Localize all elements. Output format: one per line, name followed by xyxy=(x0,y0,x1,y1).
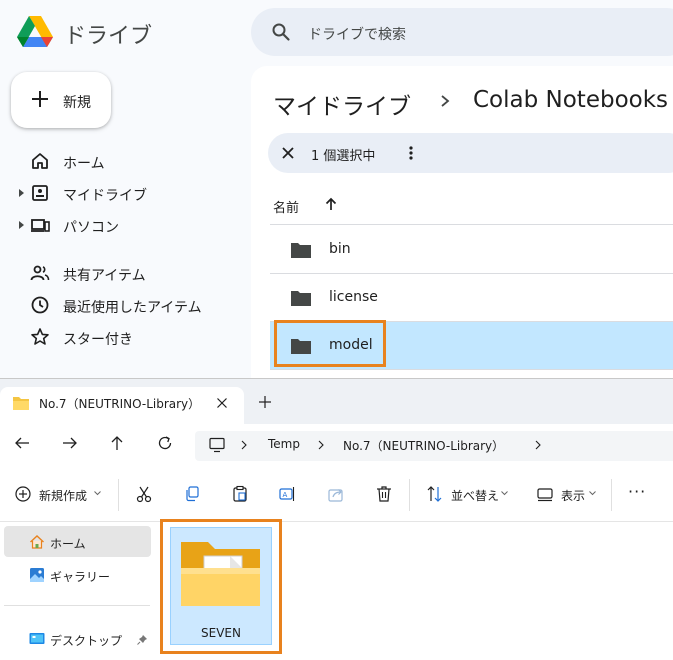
google-drive-logo-icon[interactable] xyxy=(16,15,54,49)
sidebar-item-computers[interactable]: パソコン xyxy=(0,211,250,239)
search-icon[interactable] xyxy=(271,22,291,42)
plus-icon xyxy=(32,91,48,107)
forward-arrow-icon[interactable] xyxy=(61,434,79,452)
chevron-right-icon xyxy=(441,95,450,107)
new-button[interactable]: 新規作成 xyxy=(39,487,87,504)
expand-caret-icon[interactable] xyxy=(19,221,24,229)
svg-text:A: A xyxy=(283,491,288,499)
breadcrumb-current-folder[interactable]: Colab Notebooks xyxy=(473,87,668,113)
header-divider xyxy=(270,224,673,225)
shared-icon xyxy=(30,265,50,281)
plus-icon[interactable] xyxy=(258,395,272,409)
desktop-icon xyxy=(29,633,45,644)
arrow-up-icon[interactable] xyxy=(323,196,339,212)
product-name: ドライブ xyxy=(64,24,153,49)
chevron-right-icon[interactable] xyxy=(317,439,325,451)
cut-icon[interactable] xyxy=(135,485,153,503)
home-icon xyxy=(32,153,48,169)
toolbar-divider xyxy=(409,479,410,511)
more-vert-icon[interactable] xyxy=(405,145,417,161)
computers-icon xyxy=(31,219,50,232)
file-explorer-window: No.7（NEUTRINO-Library） Temp No.7（NEUTRIN… xyxy=(0,378,673,660)
share-icon[interactable] xyxy=(327,485,345,503)
folder-icon xyxy=(13,397,29,410)
gallery-icon xyxy=(30,568,44,582)
breadcrumb-my-drive[interactable]: マイドライブ xyxy=(273,87,411,121)
copy-icon[interactable] xyxy=(183,485,201,503)
google-drive-window: ドライブ ドライブで検索 新規 ホーム マイドライブ パソコン 共有アイテム 最… xyxy=(0,0,673,378)
back-arrow-icon[interactable] xyxy=(13,434,31,452)
clock-icon xyxy=(31,296,49,314)
sidebar-item-desktop[interactable]: デスクトップ xyxy=(50,632,122,649)
address-segment[interactable]: Temp xyxy=(268,437,300,451)
new-button-label: 新規 xyxy=(63,95,91,111)
monitor-icon[interactable] xyxy=(208,437,226,453)
sidebar-item-label: 共有アイテム xyxy=(63,268,146,284)
view-button[interactable]: 表示 xyxy=(561,487,585,504)
sidebar-item-shared[interactable]: 共有アイテム xyxy=(0,259,250,287)
search-input[interactable]: ドライブで検索 xyxy=(308,24,406,44)
sidebar-divider xyxy=(4,605,150,606)
sidebar-item-label: ホーム xyxy=(63,156,105,172)
pin-icon[interactable] xyxy=(137,634,148,645)
sidebar-item-label: 最近使用したアイテム xyxy=(63,300,202,316)
trash-icon[interactable] xyxy=(375,485,393,503)
sidebar-item-my-drive[interactable]: マイドライブ xyxy=(0,179,250,207)
close-icon[interactable] xyxy=(280,145,296,161)
new-button[interactable] xyxy=(11,72,111,128)
star-icon xyxy=(31,328,49,345)
highlight-box xyxy=(274,320,386,367)
sidebar-item-recent[interactable]: 最近使用したアイテム xyxy=(0,291,250,319)
chevron-down-icon[interactable] xyxy=(94,491,101,496)
file-row[interactable]: bin xyxy=(270,226,673,274)
selection-count: 1 個選択中 xyxy=(311,149,376,164)
toolbar-divider xyxy=(611,479,612,511)
chevron-down-icon[interactable] xyxy=(589,491,596,496)
more-options-button[interactable]: ··· xyxy=(628,482,646,501)
file-name: license xyxy=(329,289,378,305)
home-icon xyxy=(30,535,44,549)
column-header-name[interactable]: 名前 xyxy=(273,197,299,216)
chevron-right-icon[interactable] xyxy=(534,439,542,451)
sidebar-item-home[interactable]: ホーム xyxy=(50,535,86,552)
close-icon[interactable] xyxy=(216,397,228,409)
file-name: bin xyxy=(329,241,351,257)
tab-title: No.7（NEUTRINO-Library） xyxy=(39,397,201,411)
expand-caret-icon[interactable] xyxy=(19,189,24,197)
highlight-box xyxy=(160,519,282,654)
sort-button[interactable]: 並べ替え xyxy=(451,487,499,504)
sidebar-item-starred[interactable]: スター付き xyxy=(0,323,250,351)
folder-icon xyxy=(291,243,311,258)
address-segment[interactable]: No.7（NEUTRINO-Library） xyxy=(343,437,504,454)
chevron-right-icon[interactable] xyxy=(240,439,248,451)
sidebar-item-gallery[interactable]: ギャラリー xyxy=(50,568,110,585)
view-icon[interactable] xyxy=(536,485,554,503)
sidebar-item-label: マイドライブ xyxy=(63,188,147,204)
add-circle-icon[interactable] xyxy=(14,485,32,503)
sidebar-item-label: パソコン xyxy=(63,220,119,236)
paste-icon[interactable] xyxy=(231,485,249,503)
file-row[interactable]: license xyxy=(270,274,673,322)
toolbar-divider xyxy=(118,479,119,511)
sidebar-item-home[interactable]: ホーム xyxy=(0,147,250,175)
up-arrow-icon[interactable] xyxy=(108,434,126,452)
folder-icon xyxy=(291,291,311,306)
my-drive-icon xyxy=(32,185,48,201)
sidebar-item-label: スター付き xyxy=(63,332,133,348)
refresh-icon[interactable] xyxy=(156,434,174,452)
rename-icon[interactable]: A xyxy=(278,485,296,503)
chevron-down-icon[interactable] xyxy=(501,491,508,496)
sort-icon[interactable] xyxy=(426,485,444,503)
